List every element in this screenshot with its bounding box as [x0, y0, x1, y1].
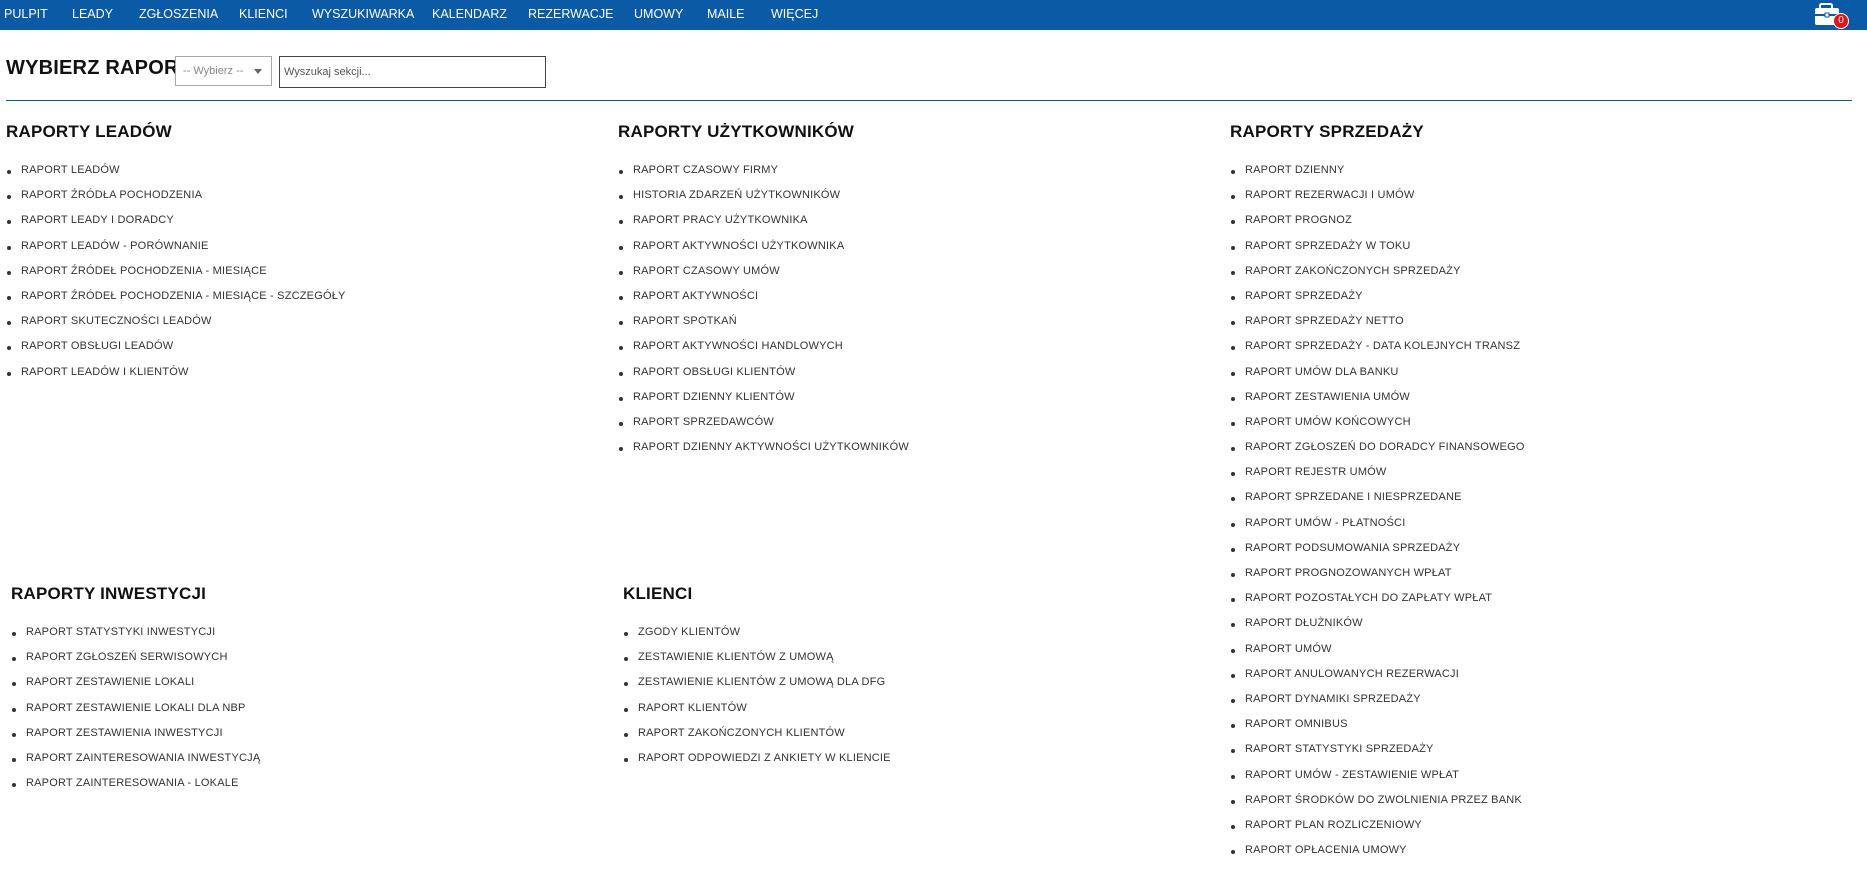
report-link[interactable]: RAPORT ZESTAWIENIA UMÓW: [1230, 391, 1525, 416]
report-link[interactable]: RAPORT ZGŁOSZEŃ SERWISOWYCH: [11, 651, 260, 676]
page-title: WYBIERZ RAPORT: [6, 57, 192, 79]
report-link[interactable]: RAPORT DZIENNY: [1230, 164, 1525, 189]
report-link[interactable]: RAPORT ZESTAWIENIA INWESTYCJI: [11, 727, 260, 752]
report-link[interactable]: RAPORT SPRZEDAŻY: [1230, 290, 1525, 315]
nav-item-zgloszenia[interactable]: ZGŁOSZENIA: [139, 0, 218, 30]
header-divider: [6, 100, 1852, 101]
report-link[interactable]: RAPORT OBSŁUGI KLIENTÓW: [618, 366, 909, 391]
report-link[interactable]: RAPORT OBSŁUGI LEADÓW: [6, 340, 346, 365]
report-link[interactable]: RAPORT UMÓW KOŃCOWYCH: [1230, 416, 1525, 441]
nav-item-kalendarz[interactable]: KALENDARZ: [432, 0, 507, 30]
report-link[interactable]: RAPORT STATYSTYKI SPRZEDAŻY: [1230, 743, 1525, 768]
report-link[interactable]: RAPORT ZESTAWIENIE LOKALI DLA NBP: [11, 702, 260, 727]
section-title: RAPORTY UŻYTKOWNIKÓW: [618, 122, 855, 141]
section-title: KLIENCI: [623, 584, 693, 603]
report-link[interactable]: RAPORT LEADÓW: [6, 164, 346, 189]
report-link[interactable]: RAPORT ZESTAWIENIE LOKALI: [11, 676, 260, 701]
report-link[interactable]: RAPORT ZAKOŃCZONYCH KLIENTÓW: [623, 727, 891, 752]
report-link[interactable]: RAPORT SPRZEDAŻY NETTO: [1230, 315, 1525, 340]
report-link[interactable]: RAPORT ZGŁOSZEŃ DO DORADCY FINANSOWEGO: [1230, 441, 1525, 466]
report-link[interactable]: RAPORT OMNIBUS: [1230, 718, 1525, 743]
section-sales-reports: RAPORTY SPRZEDAŻY RAPORT DZIENNY RAPORT …: [1230, 122, 1524, 856]
report-link[interactable]: RAPORT CZASOWY UMÓW: [618, 265, 909, 290]
report-list: RAPORT STATYSTYKI INWESTYCJI RAPORT ZGŁO…: [11, 626, 260, 802]
report-list: RAPORT LEADÓW RAPORT ŹRÓDŁA POCHODZENIA …: [6, 164, 346, 391]
report-link[interactable]: RAPORT LEADÓW I KLIENTÓW: [6, 366, 346, 391]
report-link[interactable]: RAPORT SPRZEDAWCÓW: [618, 416, 909, 441]
report-link[interactable]: RAPORT ŚRODKÓW DO ZWOLNIENIA PRZEZ BANK: [1230, 794, 1525, 819]
report-link[interactable]: RAPORT UMÓW - ZESTAWIENIE WPŁAT: [1230, 769, 1525, 794]
report-link[interactable]: RAPORT ODPOWIEDZI Z ANKIETY W KLIENCIE: [623, 752, 891, 777]
report-link[interactable]: RAPORT OPŁACENIA UMOWY: [1230, 844, 1525, 869]
section-title: RAPORTY LEADÓW: [6, 122, 172, 141]
report-link[interactable]: RAPORT PLAN ROZLICZENIOWY: [1230, 819, 1525, 844]
nav-item-wiecej[interactable]: WIĘCEJ: [771, 0, 818, 30]
report-link[interactable]: RAPORT UMÓW - PŁATNOŚCI: [1230, 517, 1525, 542]
report-link[interactable]: RAPORT PODSUMOWANIA SPRZEDAŻY: [1230, 542, 1525, 567]
report-link[interactable]: RAPORT CZASOWY FIRMY: [618, 164, 909, 189]
report-link[interactable]: RAPORT KLIENTÓW: [623, 702, 891, 727]
report-link[interactable]: RAPORT ŹRÓDEŁ POCHODZENIA - MIESIĄCE - S…: [6, 290, 346, 315]
report-list: RAPORT DZIENNY RAPORT REZERWACJI I UMÓW …: [1230, 164, 1525, 869]
report-link[interactable]: RAPORT REJESTR UMÓW: [1230, 466, 1525, 491]
report-link[interactable]: RAPORT DZIENNY KLIENTÓW: [618, 391, 909, 416]
report-link[interactable]: RAPORT ZAINTERESOWANIA INWESTYCJĄ: [11, 752, 260, 777]
report-link[interactable]: RAPORT LEADY I DORADCY: [6, 214, 346, 239]
nav-item-pulpit[interactable]: PULPIT: [4, 0, 48, 30]
report-link[interactable]: RAPORT SPRZEDAŻY - DATA KOLEJNYCH TRANSZ: [1230, 340, 1525, 365]
nav-item-umowy[interactable]: UMOWY: [634, 0, 683, 30]
section-clients-reports: KLIENCI ZGODY KLIENTÓW ZESTAWIENIE KLIEN…: [623, 584, 891, 764]
top-nav-bar: PULPIT LEADY ZGŁOSZENIA KLIENCI WYSZUKIW…: [0, 0, 1867, 30]
nav-item-leady[interactable]: LEADY: [72, 0, 113, 30]
cart-count-badge: 0: [1833, 13, 1849, 29]
report-link[interactable]: RAPORT ŹRÓDŁA POCHODZENIA: [6, 189, 346, 214]
report-link[interactable]: RAPORT ANULOWANYCH REZERWACJI: [1230, 668, 1525, 693]
section-title: RAPORTY INWESTYCJI: [11, 584, 207, 603]
cart-button[interactable]: 0: [1813, 1, 1849, 29]
report-link[interactable]: RAPORT ZAKOŃCZONYCH SPRZEDAŻY: [1230, 265, 1525, 290]
report-link[interactable]: RAPORT DYNAMIKI SPRZEDAŻY: [1230, 693, 1525, 718]
report-link[interactable]: RAPORT AKTYWNOŚCI UŻYTKOWNIKA: [618, 240, 909, 265]
report-link[interactable]: RAPORT SKUTECZNOŚCI LEADÓW: [6, 315, 346, 340]
report-link[interactable]: RAPORT ZAINTERESOWANIA - LOKALE: [11, 777, 260, 802]
report-link[interactable]: ZESTAWIENIE KLIENTÓW Z UMOWĄ DLA DFG: [623, 676, 891, 701]
report-link[interactable]: RAPORT LEADÓW - PORÓWNANIE: [6, 240, 346, 265]
report-link[interactable]: RAPORT SPRZEDANE I NIESPRZEDANE: [1230, 491, 1525, 516]
report-link[interactable]: RAPORT SPRZEDAŻY W TOKU: [1230, 240, 1525, 265]
section-leads-reports: RAPORTY LEADÓW RAPORT LEADÓW RAPORT ŹRÓD…: [6, 122, 345, 378]
nav-item-rezerwacje[interactable]: REZERWACJE: [528, 0, 613, 30]
report-select[interactable]: -- Wybierz --: [175, 56, 272, 86]
report-link[interactable]: RAPORT DZIENNY AKTYWNOŚCI UŻYTKOWNIKÓW: [618, 441, 909, 466]
report-link[interactable]: RAPORT ŹRÓDEŁ POCHODZENIA - MIESIĄCE: [6, 265, 346, 290]
report-link[interactable]: RAPORT AKTYWNOŚCI HANDLOWYCH: [618, 340, 909, 365]
report-list: ZGODY KLIENTÓW ZESTAWIENIE KLIENTÓW Z UM…: [623, 626, 891, 777]
report-link[interactable]: RAPORT UMÓW DLA BANKU: [1230, 366, 1525, 391]
nav-item-maile[interactable]: MAILE: [707, 0, 745, 30]
report-link[interactable]: RAPORT PROGNOZ: [1230, 214, 1525, 239]
report-select-value: -- Wybierz --: [183, 65, 244, 77]
report-link[interactable]: ZESTAWIENIE KLIENTÓW Z UMOWĄ: [623, 651, 891, 676]
report-link[interactable]: RAPORT SPOTKAŃ: [618, 315, 909, 340]
report-link[interactable]: HISTORIA ZDARZEŃ UŻYTKOWNIKÓW: [618, 189, 909, 214]
section-user-reports: RAPORTY UŻYTKOWNIKÓW RAPORT CZASOWY FIRM…: [618, 122, 909, 453]
nav-item-wyszukiwarka[interactable]: WYSZUKIWARKA: [312, 0, 414, 30]
report-link[interactable]: RAPORT PROGNOZOWANYCH WPŁAT: [1230, 567, 1525, 592]
report-link[interactable]: RAPORT POZOSTAŁYCH DO ZAPŁATY WPŁAT: [1230, 592, 1525, 617]
report-list: RAPORT CZASOWY FIRMY HISTORIA ZDARZEŃ UŻ…: [618, 164, 909, 466]
report-link[interactable]: RAPORT DŁUŻNIKÓW: [1230, 617, 1525, 642]
section-investment-reports: RAPORTY INWESTYCJI RAPORT STATYSTYKI INW…: [11, 584, 260, 789]
nav-item-klienci[interactable]: KLIENCI: [239, 0, 288, 30]
report-link[interactable]: RAPORT PRACY UŻYTKOWNIKA: [618, 214, 909, 239]
report-link[interactable]: RAPORT UMÓW: [1230, 643, 1525, 668]
report-link[interactable]: RAPORT AKTYWNOŚCI: [618, 290, 909, 315]
section-search-input[interactable]: [279, 56, 546, 88]
report-link[interactable]: RAPORT REZERWACJI I UMÓW: [1230, 189, 1525, 214]
report-link[interactable]: RAPORT STATYSTYKI INWESTYCJI: [11, 626, 260, 651]
chevron-down-icon: [254, 69, 262, 74]
section-title: RAPORTY SPRZEDAŻY: [1230, 122, 1424, 141]
report-link[interactable]: ZGODY KLIENTÓW: [623, 626, 891, 651]
